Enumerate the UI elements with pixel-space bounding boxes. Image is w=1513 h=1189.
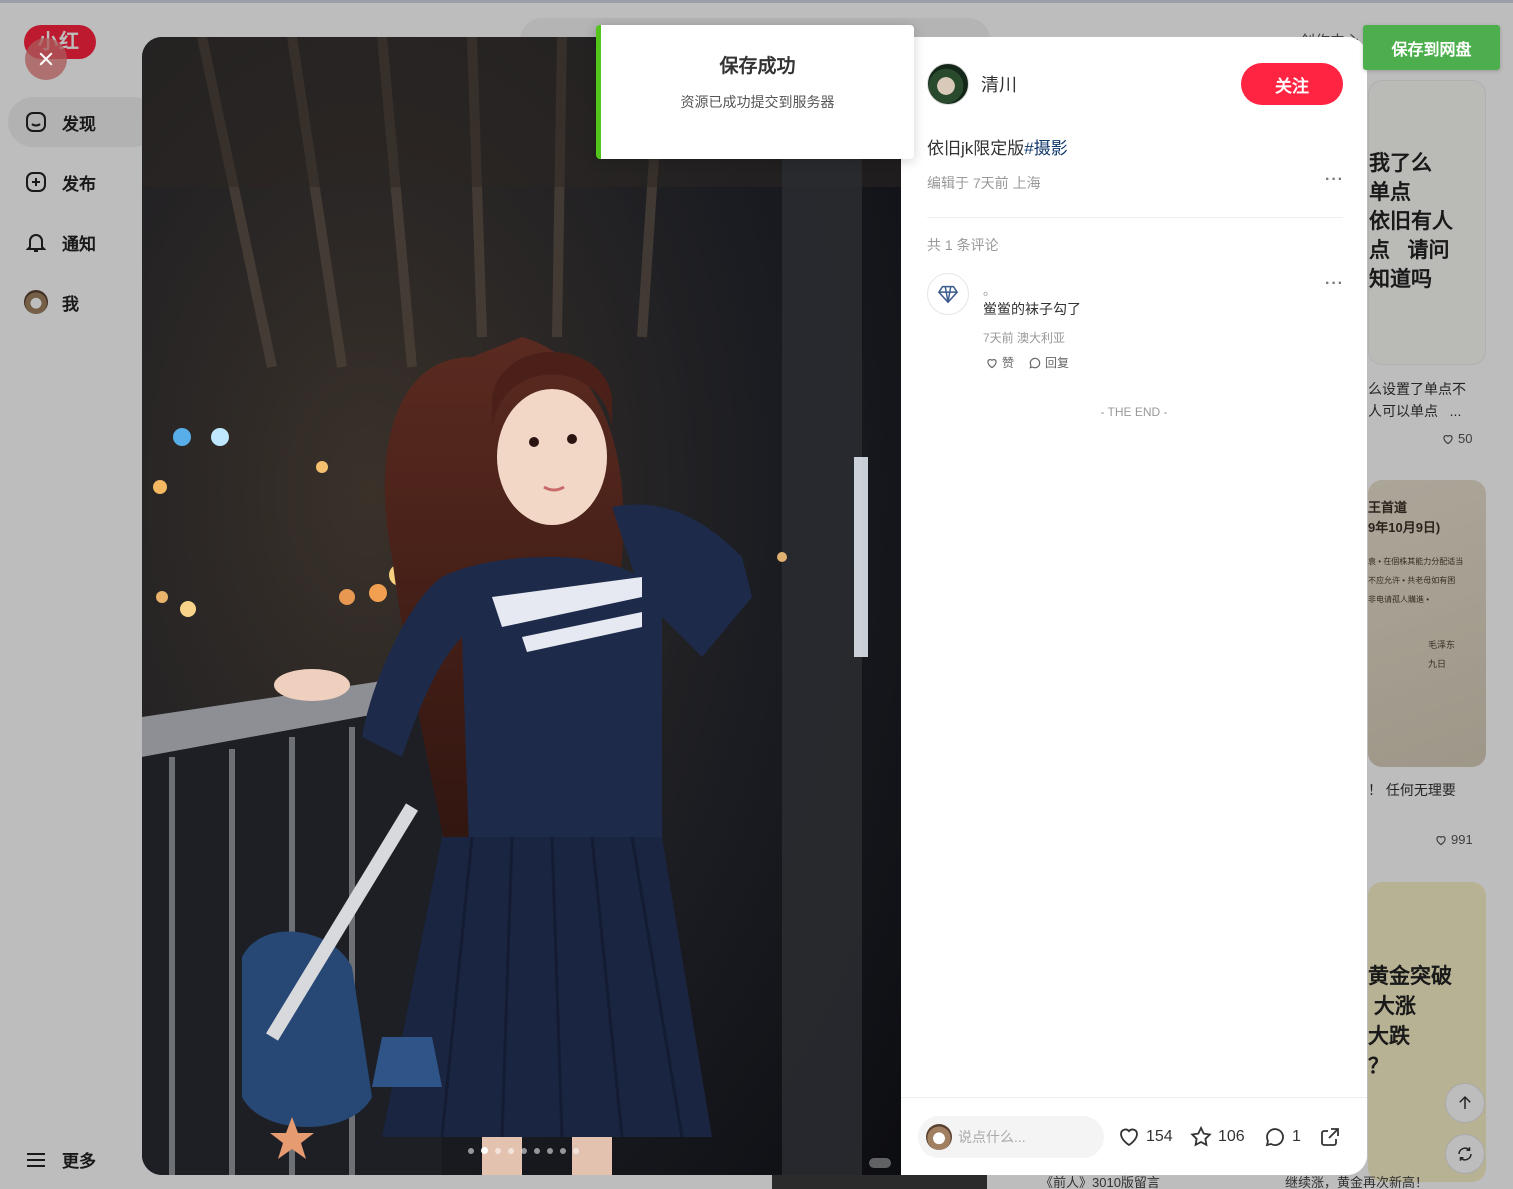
image-pagination [468, 1147, 579, 1154]
comment-like-label: 赞 [1002, 356, 1015, 370]
pagination-dot[interactable] [468, 1147, 474, 1154]
comment-reply-button[interactable]: 回复 [1028, 354, 1069, 371]
comment-meta: 7天前 澳大利亚 [983, 331, 1066, 345]
heart-icon [987, 358, 997, 368]
close-button[interactable] [25, 38, 67, 80]
pagination-dot[interactable] [534, 1147, 540, 1154]
screen: 小红书 创作中心 发现 发布 通知 我 更多 我了么 单点 依旧有人 点 请问 … [0, 0, 1513, 1189]
share-icon[interactable] [1318, 1125, 1342, 1149]
like-button[interactable]: 154 [1117, 1125, 1173, 1149]
note-panel: 清川 关注 依旧jk限定版#摄影 编辑于 7天前 上海 ··· 共 1 条评论 … [901, 37, 1367, 1175]
comment-text: 鲎鲎的袜子勾了 [983, 301, 1081, 317]
comment-input-box[interactable] [918, 1116, 1104, 1158]
hashtag-link[interactable]: #摄影 [1024, 139, 1067, 158]
follow-button[interactable]: 关注 [1241, 63, 1343, 105]
comment-count-stat: 1 [1292, 1128, 1301, 1145]
pagination-dot[interactable] [521, 1147, 527, 1154]
note-image[interactable] [142, 37, 901, 1175]
end-marker: - THE END - [1100, 405, 1168, 419]
success-toast: 保存成功 资源已成功提交到服务器 [596, 25, 914, 159]
star-icon [1190, 1125, 1212, 1147]
watermark [869, 1158, 891, 1168]
divider [927, 217, 1343, 218]
author-avatar[interactable] [927, 63, 969, 105]
save-to-cloud-button[interactable]: 保存到网盘 [1363, 25, 1500, 70]
close-icon [39, 52, 53, 66]
commenter-name[interactable]: 。 [983, 280, 996, 299]
like-count: 154 [1146, 1128, 1173, 1145]
note-detail-modal: 清川 关注 依旧jk限定版#摄影 编辑于 7天前 上海 ··· 共 1 条评论 … [142, 37, 1367, 1175]
my-avatar [926, 1124, 952, 1150]
comment-like-button[interactable]: 赞 [985, 354, 1014, 371]
photo-illustration [142, 37, 901, 1175]
comment-input[interactable] [958, 1129, 1088, 1145]
pagination-dot[interactable] [481, 1147, 488, 1154]
author-info[interactable]: 清川 [927, 63, 1017, 105]
note-more-button[interactable]: ··· [1325, 171, 1344, 189]
pagination-dot[interactable] [495, 1147, 501, 1154]
commenter-avatar[interactable] [927, 273, 969, 315]
comment-more-button[interactable]: ··· [1325, 275, 1344, 293]
chat-bubble-icon [1029, 357, 1041, 368]
collect-count: 106 [1218, 1128, 1245, 1145]
chat-bubble-icon [1265, 1128, 1284, 1147]
comment-reply-label: 回复 [1045, 356, 1070, 370]
toast-message: 资源已成功提交到服务器 [680, 94, 835, 110]
heart-icon [1120, 1128, 1138, 1147]
comment-button[interactable]: 1 [1263, 1125, 1301, 1149]
author-name[interactable]: 清川 [981, 71, 1017, 97]
pagination-dot[interactable] [547, 1147, 553, 1154]
collect-button[interactable]: 106 [1189, 1125, 1245, 1149]
pagination-dot[interactable] [560, 1147, 566, 1154]
pagination-dot[interactable] [573, 1147, 579, 1154]
note-title-text: 依旧jk限定版 [927, 139, 1025, 158]
toast-title: 保存成功 [719, 56, 796, 77]
engage-bar: 154 106 1 [901, 1097, 1367, 1175]
comment-actions: 赞 回复 [985, 354, 1069, 371]
note-meta: 编辑于 7天前 上海 [927, 175, 1041, 191]
comment-count: 共 1 条评论 [927, 237, 999, 253]
diamond-icon [937, 285, 959, 304]
pagination-dot[interactable] [508, 1147, 514, 1154]
note-title: 依旧jk限定版#摄影 [927, 134, 1068, 159]
